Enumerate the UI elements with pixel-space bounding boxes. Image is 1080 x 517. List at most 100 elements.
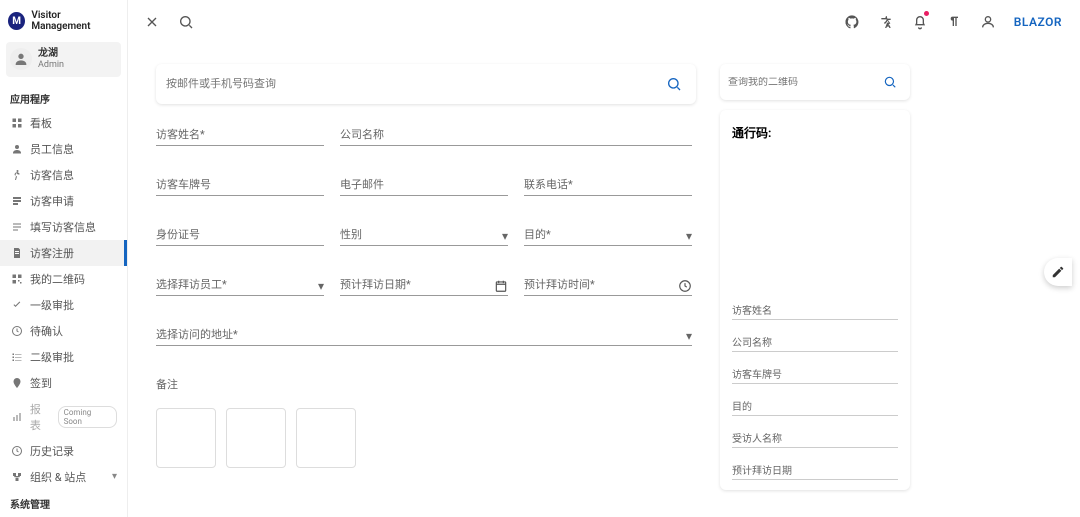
notification-dot-icon (924, 11, 929, 16)
register-icon (10, 246, 24, 260)
pass-plate: 访客车牌号 (732, 366, 898, 384)
upload-slot[interactable] (296, 408, 356, 468)
sidebar-item-approve2[interactable]: 二级审批 (0, 344, 127, 370)
content: 访客姓名 公司名称 访客车牌号 电子邮件 联系电话 身份证号 性别▾ 目的▾ 选… (128, 44, 1080, 517)
edit-fab[interactable] (1044, 258, 1072, 286)
pass-purpose: 目的 (732, 398, 898, 416)
search-icon[interactable] (662, 72, 686, 96)
location-icon (10, 376, 24, 390)
visit-date-field[interactable]: 预计拜访日期 (340, 274, 508, 296)
chevron-down-icon: ▾ (686, 229, 692, 243)
brand-label[interactable]: BLAZOR (1014, 15, 1062, 29)
field-label: 预计拜访日期 (340, 276, 411, 292)
sidebar-item-orgsite[interactable]: 组织 & 站点 ▾ (0, 464, 127, 490)
main-search-input[interactable] (166, 78, 662, 90)
org-icon (10, 470, 24, 484)
sidebar-item-pending[interactable]: 待确认 (0, 318, 127, 344)
pass-visitor-name: 访客姓名 (732, 302, 898, 320)
address-field[interactable]: 选择访问的地址 ▾ (156, 324, 692, 346)
github-icon[interactable] (840, 10, 864, 34)
sidebar-item-label: 填写访客信息 (30, 219, 96, 235)
visitor-form: 访客姓名 公司名称 访客车牌号 电子邮件 联系电话 身份证号 性别▾ 目的▾ 选… (156, 124, 696, 346)
sidebar-item-label: 组织 & 站点 (30, 469, 86, 485)
sidebar-item-visitorinfo[interactable]: 访客信息 (0, 162, 127, 188)
form-column: 访客姓名 公司名称 访客车牌号 电子邮件 联系电话 身份证号 性别▾ 目的▾ 选… (156, 44, 696, 517)
field-label: 预计拜访时间 (524, 276, 595, 292)
history-icon (10, 444, 24, 458)
search-icon[interactable] (878, 70, 902, 94)
notifications-icon[interactable] (908, 10, 932, 34)
run-icon (10, 168, 24, 182)
host-field[interactable]: 选择拜访员工 ▾ (156, 274, 324, 296)
dashboard-icon (10, 116, 24, 130)
account-icon[interactable] (976, 10, 1000, 34)
app-title: Visitor Management (31, 10, 119, 32)
field-label: 公司名称 (340, 126, 384, 142)
pass-column: 通行码: 访客姓名 公司名称 访客车牌号 目的 受访人名称 预计拜访日期 (720, 44, 910, 517)
clock-icon (678, 279, 692, 293)
idno-field[interactable]: 身份证号 (156, 224, 324, 246)
visit-time-field[interactable]: 预计拜访时间 (524, 274, 692, 296)
qr-search-input[interactable] (728, 77, 878, 88)
sidebar-item-label: 访客注册 (30, 245, 74, 261)
main-search-card (156, 64, 696, 104)
field-label: 性别 (340, 226, 362, 242)
pass-fields: 访客姓名 公司名称 访客车牌号 目的 受访人名称 预计拜访日期 (732, 302, 898, 480)
translate-icon[interactable] (874, 10, 898, 34)
rtl-icon[interactable] (942, 10, 966, 34)
visitor-name-field[interactable]: 访客姓名 (156, 124, 324, 146)
coming-soon-badge: Coming Soon (58, 406, 117, 428)
sidebar-item-label: 历史记录 (30, 443, 74, 459)
sidebar-item-label: 访客信息 (30, 167, 74, 183)
chevron-down-icon: ▾ (686, 329, 692, 343)
pass-date: 预计拜访日期 (732, 462, 898, 480)
nav-apps: 看板 员工信息 访客信息 访客申请 填写访客信息 访客注册 我的二维码 一级审批… (0, 110, 127, 490)
company-field[interactable]: 公司名称 (340, 124, 692, 146)
sidebar-item-history[interactable]: 历史记录 (0, 438, 127, 464)
upload-row (156, 408, 696, 468)
check-icon (10, 298, 24, 312)
upload-slot[interactable] (156, 408, 216, 468)
calendar-icon (494, 279, 508, 293)
sidebar-item-approve1[interactable]: 一级审批 (0, 292, 127, 318)
sidebar-item-report[interactable]: 报表Coming Soon (0, 396, 127, 438)
sidebar-item-fillvisitor[interactable]: 填写访客信息 (0, 214, 127, 240)
pass-title: 通行码: (732, 124, 898, 141)
plate-field[interactable]: 访客车牌号 (156, 174, 324, 196)
sidebar: M Visitor Management 龙湖 Admin 应用程序 看板 员工… (0, 0, 128, 517)
field-label: 访客车牌号 (156, 176, 211, 192)
pass-company: 公司名称 (732, 334, 898, 352)
user-role: Admin (38, 60, 64, 71)
sidebar-item-employee[interactable]: 员工信息 (0, 136, 127, 162)
chevron-down-icon: ▾ (318, 279, 324, 293)
sidebar-item-label: 一级审批 (30, 297, 74, 313)
sidebar-item-checkin[interactable]: 签到 (0, 370, 127, 396)
search-button[interactable] (174, 10, 198, 34)
chevron-down-icon: ▾ (112, 471, 117, 482)
field-label: 选择访问的地址 (156, 326, 238, 342)
upload-slot[interactable] (226, 408, 286, 468)
sidebar-item-dashboard[interactable]: 看板 (0, 110, 127, 136)
sidebar-item-visitorreq[interactable]: 访客申请 (0, 188, 127, 214)
gender-field[interactable]: 性别▾ (340, 224, 508, 246)
close-drawer-button[interactable] (140, 10, 164, 34)
form-icon (10, 220, 24, 234)
section-sysmgmt: 系统管理 (0, 490, 127, 515)
qr-search-card (720, 64, 910, 100)
purpose-field[interactable]: 目的▾ (524, 224, 692, 246)
field-label: 联系电话 (524, 176, 573, 192)
user-info: 龙湖 Admin (38, 48, 64, 71)
sidebar-item-myqr[interactable]: 我的二维码 (0, 266, 127, 292)
field-label: 电子邮件 (340, 176, 384, 192)
person-icon (10, 142, 24, 156)
remark-label: 备注 (156, 376, 696, 392)
user-card[interactable]: 龙湖 Admin (6, 42, 121, 77)
pass-card: 通行码: 访客姓名 公司名称 访客车牌号 目的 受访人名称 预计拜访日期 (720, 110, 910, 490)
sidebar-item-visitorreg[interactable]: 访客注册 (0, 240, 127, 266)
phone-field[interactable]: 联系电话 (524, 174, 692, 196)
main: BLAZOR 访客姓名 公司名称 访客车牌号 电子邮件 联系电话 身份证号 (128, 0, 1080, 517)
email-field[interactable]: 电子邮件 (340, 174, 508, 196)
field-label: 选择拜访员工 (156, 276, 227, 292)
sidebar-item-label: 员工信息 (30, 141, 74, 157)
pencil-icon (1051, 265, 1065, 279)
